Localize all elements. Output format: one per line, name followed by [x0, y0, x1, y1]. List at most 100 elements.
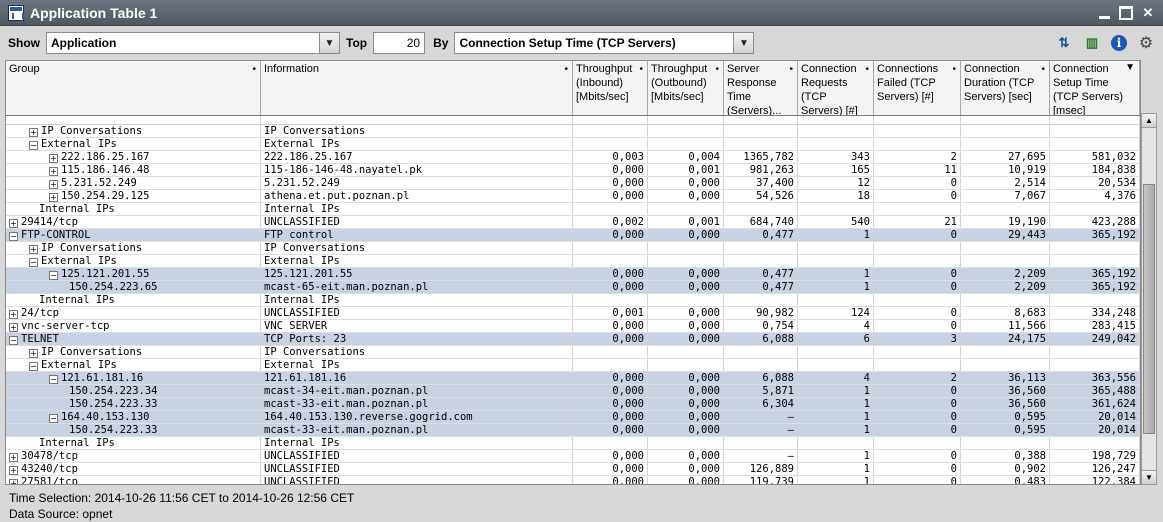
table-row[interactable]: Internal IPs Internal IPs: [6, 294, 1140, 307]
scroll-down-icon[interactable]: ▼: [1142, 470, 1156, 484]
metric-cell: 0,001: [648, 164, 724, 176]
metric-cell: 0,754: [724, 320, 798, 332]
chevron-down-icon[interactable]: ▼: [733, 33, 754, 53]
metric-cell: [573, 359, 648, 371]
table-row[interactable]: +29414/tcp UNCLASSIFIED 0,002 0,001 684,740 5…: [6, 216, 1140, 229]
table-row[interactable]: 150.254.223.65 mcast-65-eit.man.poznan.pl…: [6, 281, 1140, 294]
table-row[interactable]: − External IPs External IPs: [6, 255, 1140, 268]
expand-icon[interactable]: +: [29, 128, 38, 137]
metric-cell: [798, 125, 874, 137]
table-row[interactable]: − External IPs External IPs: [6, 359, 1140, 372]
table-row[interactable]: 150.254.223.34 mcast-34-eit.man.poznan.pl…: [6, 385, 1140, 398]
expand-icon[interactable]: +: [9, 310, 18, 319]
top-input[interactable]: 20: [373, 32, 426, 54]
group-cell: 150.254.223.65: [6, 281, 261, 293]
column-header[interactable]: Group •: [6, 61, 261, 115]
column-menu-icon[interactable]: •: [789, 63, 793, 77]
show-select[interactable]: Application ▼: [46, 32, 340, 54]
expand-icon[interactable]: +: [29, 245, 38, 254]
metric-cell: [961, 255, 1050, 267]
column-header[interactable]: Throughput (Inbound) [Mbits/sec] •: [573, 61, 648, 115]
table-row[interactable]: + IP Conversations IP Conversations: [6, 346, 1140, 359]
table-row[interactable]: +43240/tcp UNCLASSIFIED 0,000 0,000 126,889 1…: [6, 463, 1140, 476]
collapse-icon[interactable]: −: [49, 375, 58, 384]
collapse-icon[interactable]: −: [29, 258, 38, 267]
information-cell: UNCLASSIFIED: [261, 450, 573, 462]
table-row[interactable]: 150.254.223.33 mcast-33-eit.man.poznan.pl…: [6, 398, 1140, 411]
table-row[interactable]: +27581/tcp UNCLASSIFIED 0,000 0,000 119,739 1…: [6, 476, 1140, 484]
table-row[interactable]: +115.186.146.48 115-186-146-48.nayatel.pk…: [6, 164, 1140, 177]
metric-cell: [648, 242, 724, 254]
expand-icon[interactable]: +: [9, 453, 18, 462]
gear-icon[interactable]: ⚙: [1137, 34, 1155, 52]
table-row[interactable]: Internal IPs Internal IPs: [6, 437, 1140, 450]
collapse-icon[interactable]: −: [29, 362, 38, 371]
column-header[interactable]: Information •: [261, 61, 573, 115]
by-select[interactable]: Connection Setup Time (TCP Servers) ▼: [454, 32, 755, 54]
metric-cell: [961, 359, 1050, 371]
table-row[interactable]: +150.254.29.125 athena.et.put.poznan.pl 0,…: [6, 190, 1140, 203]
column-header[interactable]: Throughput (Outbound) [Mbits/sec] •: [648, 61, 724, 115]
export-icon[interactable]: ⇅: [1055, 34, 1073, 52]
collapse-icon[interactable]: −: [49, 414, 58, 423]
table-row[interactable]: −125.121.201.55 125.121.201.55 0,000 0,000 0…: [6, 268, 1140, 281]
column-menu-icon[interactable]: •: [1041, 63, 1045, 77]
metric-cell: 7,067: [961, 190, 1050, 202]
collapse-icon[interactable]: −: [9, 336, 18, 345]
group-cell: +27581/tcp: [6, 476, 261, 484]
column-menu-icon[interactable]: •: [952, 63, 956, 77]
expand-icon[interactable]: +: [49, 180, 58, 189]
expand-icon[interactable]: +: [9, 219, 18, 228]
scrollbar-thumb[interactable]: [1143, 184, 1155, 434]
table-row[interactable]: + IP Conversations IP Conversations: [6, 125, 1140, 138]
metric-cell: 0,477: [724, 229, 798, 241]
expand-icon[interactable]: +: [9, 323, 18, 332]
expand-icon[interactable]: +: [9, 466, 18, 475]
table-row[interactable]: +24/tcp UNCLASSIFIED 0,001 0,000 90,982 124 0 8…: [6, 307, 1140, 320]
column-header[interactable]: Connections Failed (TCP Servers) [#] •: [874, 61, 961, 115]
table-row[interactable]: −121.61.181.16 121.61.181.16 0,000 0,000 6,0…: [6, 372, 1140, 385]
minimize-icon[interactable]: [1095, 4, 1113, 22]
expand-icon[interactable]: +: [49, 193, 58, 202]
table-row[interactable]: + IP Conversations IP Conversations: [6, 242, 1140, 255]
expand-icon[interactable]: +: [9, 479, 18, 484]
table-row[interactable]: + vnc-server-tcp VNC SERVER 0,000 0,000 0,754…: [6, 320, 1140, 333]
sort-descending-icon[interactable]: ▼: [1125, 61, 1135, 75]
column-header[interactable]: Connection Setup Time (TCP Servers) [mse…: [1050, 61, 1140, 115]
info-icon[interactable]: i: [1111, 35, 1127, 51]
column-menu-icon[interactable]: •: [252, 63, 256, 77]
close-icon[interactable]: ✕: [1139, 4, 1157, 22]
metric-cell: 0,000: [573, 190, 648, 202]
column-header-label: Group: [9, 63, 40, 75]
show-select-value: Application: [51, 36, 117, 50]
expand-icon[interactable]: +: [49, 154, 58, 163]
column-menu-icon[interactable]: •: [865, 63, 869, 77]
expand-icon[interactable]: +: [49, 167, 58, 176]
columns-icon[interactable]: ▥: [1083, 34, 1101, 52]
metric-cell: 37,400: [724, 177, 798, 189]
vertical-scrollbar[interactable]: ▲ ▼: [1141, 113, 1157, 485]
chevron-down-icon[interactable]: ▼: [319, 33, 339, 53]
table-row[interactable]: +5.231.52.249 5.231.52.249 0,000 0,000 37,40…: [6, 177, 1140, 190]
information-cell: IP Conversations: [261, 125, 573, 137]
table-row[interactable]: +222.186.25.167 222.186.25.167 0,003 0,004 1…: [6, 151, 1140, 164]
collapse-icon[interactable]: −: [49, 271, 58, 280]
column-header[interactable]: Connection Duration (TCP Servers) [sec] •: [961, 61, 1050, 115]
column-menu-icon[interactable]: •: [639, 63, 643, 77]
column-menu-icon[interactable]: •: [715, 63, 719, 77]
table-row[interactable]: −164.40.153.130 164.40.153.130.reverse.go…: [6, 411, 1140, 424]
table-row[interactable]: − TELNET TCP Ports: 23 0,000 0,000 6,088 6 3 24,…: [6, 333, 1140, 346]
collapse-icon[interactable]: −: [9, 232, 18, 241]
scroll-up-icon[interactable]: ▲: [1142, 114, 1156, 128]
table-row[interactable]: − FTP-CONTROL FTP control 0,000 0,000 0,477 1 0…: [6, 229, 1140, 242]
table-row[interactable]: +30478/tcp UNCLASSIFIED 0,000 0,000–1 0 0,388…: [6, 450, 1140, 463]
table-row[interactable]: 150.254.223.33 mcast-33-eit.man.poznan.pl…: [6, 424, 1140, 437]
column-header[interactable]: Server Response Time (Servers)... •: [724, 61, 798, 115]
column-header[interactable]: Connection Requests (TCP Servers) [#] •: [798, 61, 874, 115]
maximize-icon[interactable]: [1117, 4, 1135, 22]
table-row[interactable]: − External IPs External IPs: [6, 138, 1140, 151]
table-row[interactable]: Internal IPs Internal IPs: [6, 203, 1140, 216]
column-menu-icon[interactable]: •: [564, 63, 568, 77]
expand-icon[interactable]: +: [29, 349, 38, 358]
collapse-icon[interactable]: −: [29, 141, 38, 150]
